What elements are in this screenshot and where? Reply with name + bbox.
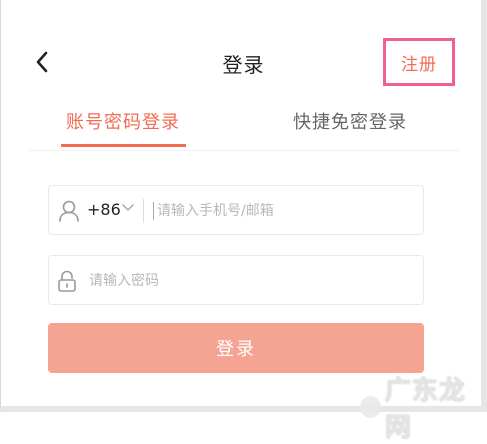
register-highlight-box: 注册 [383, 38, 455, 86]
watermark-text: 广东龙网 [384, 376, 466, 443]
login-tabs: 账号密码登录 快捷免密登录 [0, 96, 487, 150]
phone-field: +86 [48, 185, 424, 235]
chevron-down-icon[interactable] [121, 203, 135, 213]
watermark-logo-icon [360, 396, 381, 418]
phone-email-input[interactable] [155, 198, 414, 224]
login-button[interactable]: 登录 [48, 323, 424, 373]
active-tab-indicator [61, 144, 186, 147]
user-icon [59, 200, 79, 222]
field-separator [143, 199, 144, 223]
watermark: 广东龙网 [360, 370, 487, 444]
register-link[interactable]: 注册 [401, 50, 437, 75]
tab-password-login[interactable]: 账号密码登录 [66, 108, 180, 134]
country-code-selector[interactable]: +86 [87, 200, 121, 219]
tabs-divider [28, 150, 459, 151]
password-field [48, 255, 424, 305]
lock-icon [58, 270, 76, 292]
text-cursor [153, 202, 154, 220]
password-input[interactable] [87, 268, 411, 294]
tab-quick-login[interactable]: 快捷免密登录 [293, 108, 407, 134]
